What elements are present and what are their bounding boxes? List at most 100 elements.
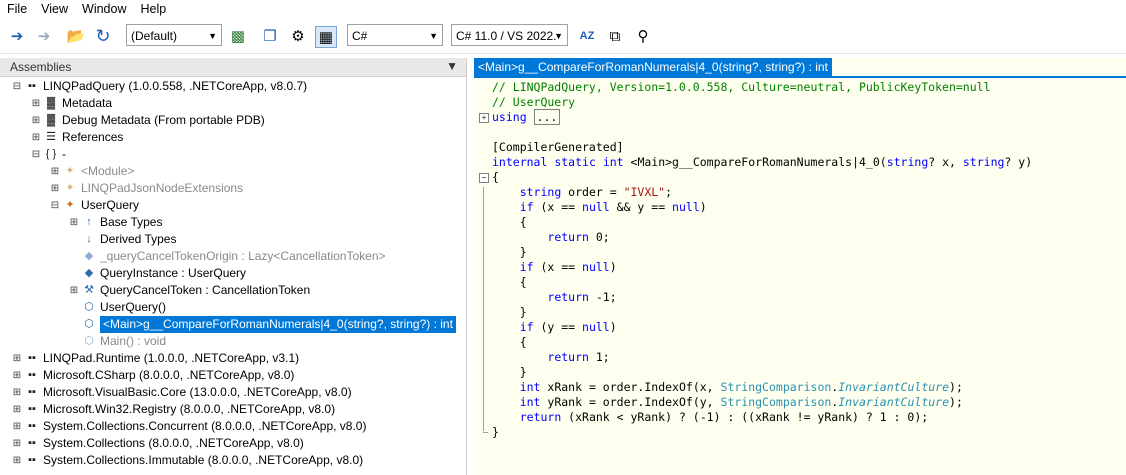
back-icon[interactable]: ➔ [7,26,27,46]
new-window-icon[interactable]: ❐ [260,26,280,46]
refresh-icon[interactable]: ↻ [93,26,113,46]
code-token: string [886,155,929,169]
expander-icon[interactable]: ⊞ [12,367,22,384]
tree-item[interactable]: ⊞ ▓ Metadata [0,95,466,112]
menu-view[interactable]: View [34,0,75,19]
menu-help[interactable]: Help [134,0,174,19]
tree-item[interactable]: ⊞ ☰ References [0,129,466,146]
expander-icon[interactable]: ⊞ [12,401,22,418]
tree-item[interactable]: ↓ Derived Types [0,231,466,248]
tree-node-icon: ☰ [46,131,56,143]
code-panel: <Main>g__CompareForRomanNumerals|4_0(str… [474,58,1126,475]
code-line: } [492,305,527,320]
connection-combo[interactable]: (Default) ▼ [126,24,222,46]
tree-item[interactable]: ⊞ ▪▪ Microsoft.CSharp (8.0.0.0, .NETCoreAp… [0,367,466,384]
tree-item[interactable]: ◆ QueryInstance : UserQuery [0,265,466,282]
expander-icon[interactable]: ⊞ [31,129,41,146]
expander-icon[interactable]: ⊟ [12,78,22,95]
tree-item[interactable]: ⊞ ▪▪ Microsoft.VisualBasic.Core (13.0.0.0,… [0,384,466,401]
tree-item-label: References [62,130,124,144]
expander-icon[interactable]: ⊞ [12,435,22,452]
tree-item-label: <Main>g__CompareForRomanNumerals|4_0(str… [100,316,456,333]
expander-icon[interactable]: ⊞ [12,418,22,435]
code-token: ) [609,320,617,334]
key-icon[interactable]: ⚙ [288,26,308,46]
code-token: return [547,230,589,244]
tree-node-icon: { } [45,148,57,160]
expander-icon[interactable]: ⊟ [50,197,60,214]
tree-item[interactable]: ⊟ ▪▪ LINQPadQuery (1.0.0.558, .NETCoreApp,… [0,78,466,95]
expander-icon[interactable]: ⊞ [12,350,22,367]
expander-icon[interactable]: ⊞ [50,180,60,197]
pin-icon[interactable]: ▼ [446,59,458,73]
tree-item[interactable]: ◆ _queryCancelTokenOrigin : Lazy<Cancella… [0,248,466,265]
fold-collapse-icon[interactable]: − [479,173,489,183]
tree-node-icon: ▪▪ [28,454,36,466]
toggle-members-icon[interactable]: ▦ [315,26,337,48]
code-token: (x == [533,260,583,274]
tree-node-icon: ✦ [65,182,75,194]
code-token: (y, [692,395,721,409]
code-token: yRank = order. [540,395,645,409]
tree-item[interactable]: ⊞ ▪▪ System.Collections.Immutable (8.0.0.0… [0,452,466,469]
tree-item[interactable]: ⊟ { } - [0,146,466,163]
menu-file[interactable]: File [0,0,34,19]
expander-icon[interactable]: ⊞ [12,384,22,401]
assemblies-title: Assemblies [10,60,72,74]
tree-item[interactable]: ⬡ UserQuery() [0,299,466,316]
code-token[interactable]: ... [533,109,561,125]
code-line: // UserQuery [492,95,575,110]
code-token: ? y) [1004,155,1033,169]
expander-icon[interactable]: ⊞ [31,112,41,129]
code-token: IndexOf [644,380,693,394]
fold-expand-icon[interactable]: + [479,113,489,123]
tree-item[interactable]: ⊞ ↑ Base Types [0,214,466,231]
expander-icon[interactable]: ⊞ [50,163,60,180]
code-token: xRank = order. [540,380,645,394]
code-line: if (y == null) [492,320,617,335]
compiler-combo[interactable]: C# 11.0 / VS 2022. ▼ [451,24,568,46]
expander-icon[interactable]: ⊞ [31,95,41,112]
tree-item-label: Microsoft.CSharp (8.0.0.0, .NETCoreApp, … [43,368,295,382]
expander-icon[interactable]: ⊞ [69,282,79,299]
tree-item[interactable]: ⊞ ✦ LINQPadJsonNodeExtensions [0,180,466,197]
expander-icon[interactable]: ⊞ [12,452,22,469]
code-line: using ... [492,109,561,125]
code-token: <Main>g__CompareForRomanNumerals|4_0( [623,155,887,169]
code-token: && y == [609,200,673,214]
tree-node-icon: ▪▪ [28,352,36,364]
forward-icon[interactable]: ➔ [34,26,54,46]
tree-item-label: UserQuery() [100,300,167,314]
tree-node-icon: ◆ [84,250,94,262]
code-token: if [519,260,534,274]
code-line: return (xRank < yRank) ? (-1) : ((xRank … [492,410,929,425]
tree-item[interactable]: ⊞ ▪▪ Microsoft.Win32.Registry (8.0.0.0, .N… [0,401,466,418]
code-line: { [492,170,499,185]
expander-icon[interactable]: ⊟ [31,146,41,163]
tree-node-icon: ✦ [65,199,75,211]
code-tab[interactable]: <Main>g__CompareForRomanNumerals|4_0(str… [474,58,832,76]
tree-item[interactable]: ⊞ ⚒ QueryCancelToken : CancellationToken [0,282,466,299]
tree-item[interactable]: ⬡ <Main>g__CompareForRomanNumerals|4_0(st… [0,316,466,333]
copy-icon[interactable]: ⧉ [605,26,625,46]
search-icon[interactable]: ⚲ [633,26,653,46]
tree-item[interactable]: ⬡ Main() : void [0,333,466,350]
compiler-value: C# 11.0 / VS 2022. [456,29,557,43]
tree-item[interactable]: ⊞ ▪▪ LINQPad.Runtime (1.0.0.0, .NETCoreApp… [0,350,466,367]
tree-item-label: <Module> [81,164,135,178]
tree-item[interactable]: ⊞ ✦ <Module> [0,163,466,180]
code-line: { [492,275,527,290]
expander-icon[interactable]: ⊞ [69,214,79,231]
open-folder-icon[interactable]: 📂 [66,26,86,46]
code-token: StringComparison [720,395,832,409]
language-combo[interactable]: C# ▼ [347,24,443,46]
tree-item[interactable]: ⊞ ▪▪ System.Collections (8.0.0.0, .NETCore… [0,435,466,452]
chevron-down-icon: ▼ [208,31,217,41]
menu-window[interactable]: Window [75,0,133,19]
add-connection-icon[interactable]: ▩ [228,26,248,46]
tree-item[interactable]: ⊞ ▓ Debug Metadata (From portable PDB) [0,112,466,129]
sort-az-icon[interactable]: AZ [577,26,597,46]
tree-item[interactable]: ⊞ ▪▪ System.Collections.Concurrent (8.0.0.… [0,418,466,435]
tree-item[interactable]: ⊟ ✦ UserQuery [0,197,466,214]
